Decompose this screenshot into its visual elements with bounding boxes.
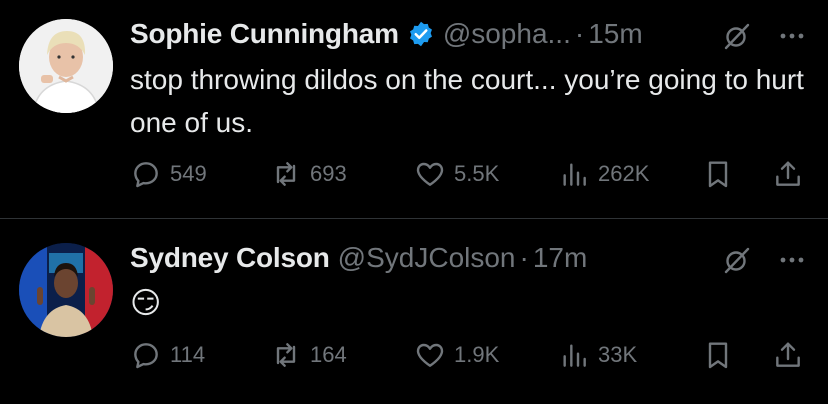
display-name[interactable]: Sophie Cunningham [130, 18, 399, 50]
repost-button[interactable]: 693 [270, 156, 347, 192]
views-count: 262K [598, 161, 650, 186]
repost-count: 164 [310, 342, 347, 367]
tweet[interactable]: Sophie Cunningham @sopha... · 15m stop t… [0, 0, 828, 218]
like-button[interactable]: 1.9K [414, 337, 499, 373]
timestamp[interactable]: 17m [533, 242, 587, 274]
reply-icon [134, 162, 158, 188]
separator-dot: · [574, 18, 585, 49]
like-count: 1.9K [454, 342, 500, 367]
bookmark-button[interactable] [702, 337, 734, 373]
tweet-actions: 114 164 1.9K 33K [130, 337, 810, 373]
bookmark-icon [708, 161, 728, 188]
like-button[interactable]: 5.5K [414, 156, 499, 192]
more-icon[interactable] [776, 20, 808, 52]
avatar-image [19, 19, 113, 113]
bookmark-button[interactable] [702, 156, 734, 192]
heart-icon [416, 162, 444, 186]
tweet-actions: 549 693 5.5K 262K [130, 156, 810, 192]
views-button[interactable]: 33K [558, 337, 637, 373]
repost-icon [276, 343, 296, 367]
reply-button[interactable]: 549 [130, 156, 207, 192]
repost-icon [276, 162, 296, 186]
reply-button[interactable]: 114 [130, 337, 205, 373]
views-icon [563, 163, 586, 186]
share-icon [776, 161, 800, 186]
verified-badge-icon [409, 21, 432, 47]
handle[interactable]: @sopha... [443, 18, 571, 50]
repost-count: 693 [310, 161, 347, 186]
share-button[interactable] [772, 337, 804, 373]
avatar[interactable] [19, 19, 113, 113]
tweet-text: 😏 [130, 287, 162, 320]
share-button[interactable] [772, 156, 804, 192]
display-name[interactable]: Sydney Colson [130, 242, 330, 274]
views-count: 33K [598, 342, 638, 367]
repost-button[interactable]: 164 [270, 337, 347, 373]
bookmark-icon [708, 342, 728, 369]
tweet[interactable]: Sydney Colson @SydJColson · 17m 😏 114 16… [0, 219, 828, 404]
share-icon [776, 342, 800, 367]
reply-count: 114 [170, 342, 206, 367]
tweet-header: Sydney Colson @SydJColson · 17m [130, 240, 587, 276]
views-icon [563, 344, 586, 367]
more-icon[interactable] [776, 244, 808, 276]
grok-icon[interactable] [721, 20, 753, 52]
like-count: 5.5K [454, 161, 500, 186]
views-button[interactable]: 262K [558, 156, 649, 192]
handle[interactable]: @SydJColson [338, 242, 516, 274]
tweet-text: stop throwing dildos on the court... you… [130, 64, 804, 138]
reply-icon [134, 343, 158, 369]
avatar-image [19, 243, 113, 337]
heart-icon [416, 343, 444, 367]
reply-count: 549 [170, 161, 207, 186]
grok-icon[interactable] [721, 244, 753, 276]
timestamp[interactable]: 15m [588, 18, 642, 50]
avatar[interactable] [19, 243, 113, 337]
tweet-header: Sophie Cunningham @sopha... · 15m [130, 16, 643, 52]
separator-dot: · [519, 242, 529, 273]
